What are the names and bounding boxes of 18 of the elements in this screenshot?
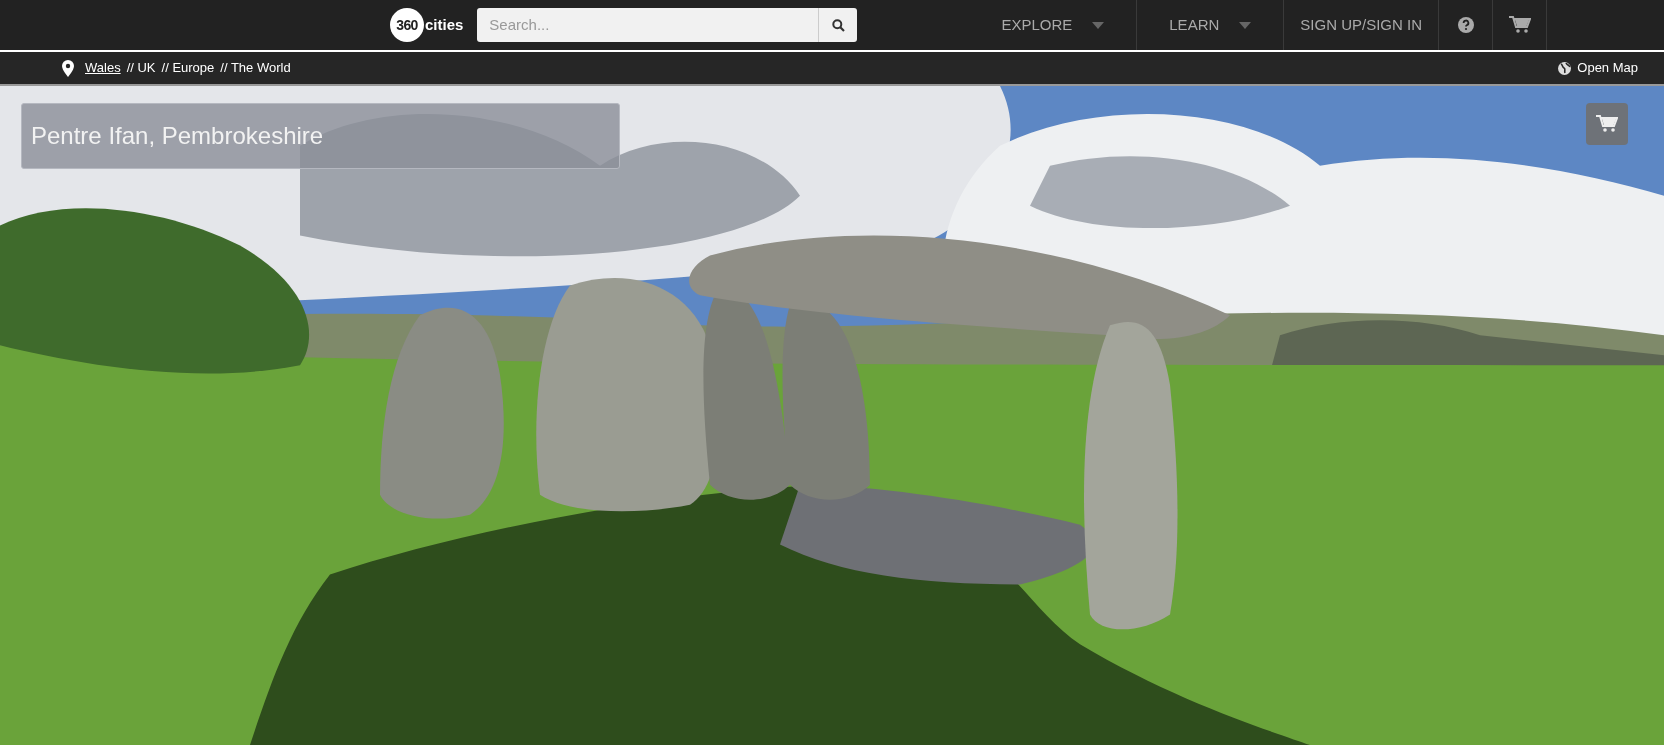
cart-icon <box>1596 115 1618 133</box>
caret-icon <box>1239 21 1252 29</box>
logo[interactable]: 360 cities <box>390 8 464 42</box>
breadcrumb-item: // UK <box>126 59 156 78</box>
buy-button[interactable] <box>1586 103 1628 145</box>
location-pin-icon <box>62 59 74 77</box>
search-button[interactable] <box>818 8 858 42</box>
search-field[interactable]: Search... <box>477 8 819 42</box>
cart-icon <box>1508 16 1531 34</box>
breadcrumb-link[interactable]: Wales <box>85 58 121 78</box>
search-icon <box>831 18 845 32</box>
help-icon <box>1457 17 1474 33</box>
open-map-link[interactable]: Open Map <box>1558 58 1638 78</box>
globe-icon <box>1558 61 1572 75</box>
location-title: Pentre Ifan, Pembrokeshire <box>31 121 324 151</box>
breadcrumb-item: // Europe <box>161 59 215 78</box>
caret-icon <box>1092 21 1105 29</box>
breadcrumb-item: // The World <box>220 59 291 78</box>
